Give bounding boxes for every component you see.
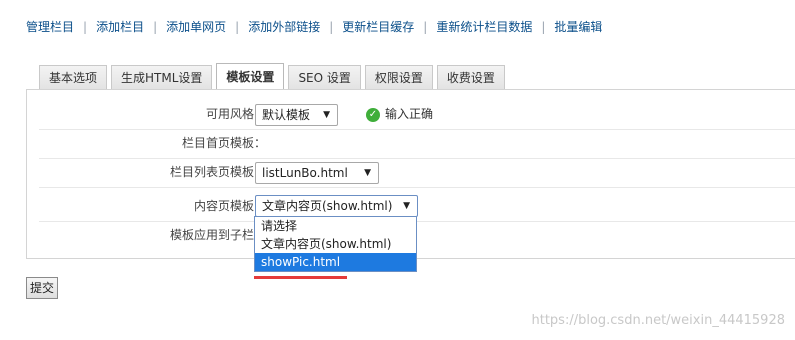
content-template-value: 文章内容页(show.html) (262, 199, 393, 213)
row-content-template: 内容页模板： 文章内容页(show.html) ▼ (39, 192, 795, 222)
row-apply-to-children: 模板应用到子栏目 (39, 221, 795, 250)
tab-permission-settings[interactable]: 权限设置 (364, 65, 433, 89)
nav-separator: | (83, 19, 88, 34)
style-validation: ✓ 输入正确 (366, 100, 433, 129)
list-template-value: listLunBo.html (262, 166, 348, 180)
nav-update-cache[interactable]: 更新栏目缓存 (342, 18, 414, 35)
dropdown-arrow-icon: ▼ (403, 201, 410, 211)
tab-seo-settings[interactable]: SEO 设置 (288, 65, 361, 89)
apply-children-label: 模板应用到子栏目 (169, 228, 266, 242)
nav-separator: | (423, 19, 428, 34)
nav-add-column[interactable]: 添加栏目 (96, 18, 144, 35)
dropdown-arrow-icon: ▼ (323, 110, 330, 120)
nav-recount-data[interactable]: 重新统计栏目数据 (436, 18, 532, 35)
tab-fee-settings[interactable]: 收费设置 (436, 65, 505, 89)
nav-batch-edit[interactable]: 批量编辑 (554, 18, 602, 35)
annotation-underline (254, 276, 347, 279)
style-validation-text: 输入正确 (385, 107, 434, 121)
nav-separator: | (541, 19, 546, 34)
dropdown-option[interactable]: 请选择 (255, 217, 416, 235)
index-template-label: 栏目首页模板： (181, 136, 266, 150)
nav-separator: | (329, 19, 334, 34)
row-style: 可用风格： 默认模板 ▼ ✓ 输入正确 (39, 100, 795, 130)
dropdown-option-highlighted[interactable]: showPic.html (255, 253, 416, 271)
submit-button[interactable]: 提交 (26, 277, 59, 299)
nav-separator: | (153, 19, 158, 34)
nav-add-single-page[interactable]: 添加单网页 (166, 18, 226, 35)
tab-basic-options[interactable]: 基本选项 (39, 65, 108, 89)
top-nav: 管理栏目 | 添加栏目 | 添加单网页 | 添加外部链接 | 更新栏目缓存 | … (26, 18, 602, 35)
nav-separator: | (235, 19, 240, 34)
row-list-template: 栏目列表页模板： listLunBo.html ▼ (39, 158, 795, 188)
content-template-select[interactable]: 文章内容页(show.html) ▼ (255, 195, 418, 217)
dropdown-option[interactable]: 文章内容页(show.html) (255, 235, 416, 253)
check-circle-icon: ✓ (366, 107, 380, 122)
tab-template-settings[interactable]: 模板设置 (216, 63, 285, 90)
style-select[interactable]: 默认模板 ▼ (255, 104, 338, 126)
settings-tabs: 基本选项 生成HTML设置 模板设置 SEO 设置 权限设置 收费设置 (39, 63, 509, 90)
dropdown-arrow-icon: ▼ (364, 168, 371, 178)
style-select-value: 默认模板 (262, 108, 311, 122)
nav-manage-columns[interactable]: 管理栏目 (26, 18, 74, 35)
list-template-select[interactable]: listLunBo.html ▼ (255, 162, 379, 184)
list-template-label: 栏目列表页模板： (169, 165, 266, 179)
row-index-template: 栏目首页模板： (39, 129, 795, 159)
tab-html-settings[interactable]: 生成HTML设置 (111, 65, 213, 89)
watermark: https://blog.csdn.net/weixin_44415928 (531, 313, 785, 328)
content-template-dropdown: 请选择 文章内容页(show.html) showPic.html (254, 216, 417, 272)
nav-add-external-link[interactable]: 添加外部链接 (248, 18, 320, 35)
